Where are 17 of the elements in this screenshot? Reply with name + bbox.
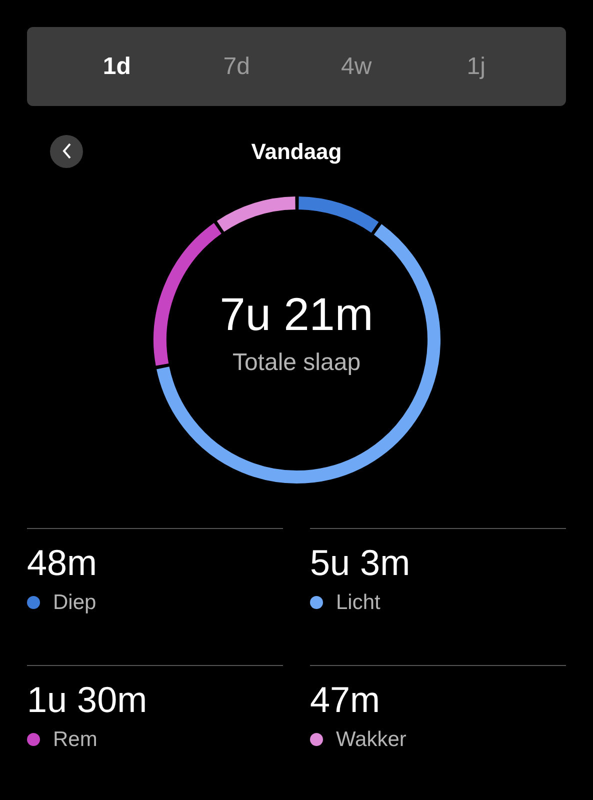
total-sleep-label: Totale slaap — [232, 348, 361, 378]
stage-label: Rem — [53, 727, 98, 753]
chevron-left-icon — [62, 143, 72, 159]
stage-duration: 47m — [310, 678, 382, 722]
stage-label: Wakker — [336, 727, 406, 753]
period-tab[interactable]: 7d — [176, 48, 296, 84]
page-title: Vandaag — [251, 138, 342, 166]
period-tab[interactable]: 1d — [57, 48, 177, 84]
stage-duration: 5u 3m — [310, 541, 412, 585]
total-sleep-value: 7u 21m — [220, 291, 374, 337]
stage-label: Diep — [53, 590, 96, 616]
stage-duration: 48m — [27, 541, 98, 585]
period-tab[interactable]: 4w — [296, 48, 416, 84]
back-button[interactable] — [50, 134, 83, 168]
stage-label: Licht — [336, 590, 380, 616]
stage-duration: 1u 30m — [27, 678, 148, 722]
period-tab[interactable]: 1j — [416, 48, 536, 84]
